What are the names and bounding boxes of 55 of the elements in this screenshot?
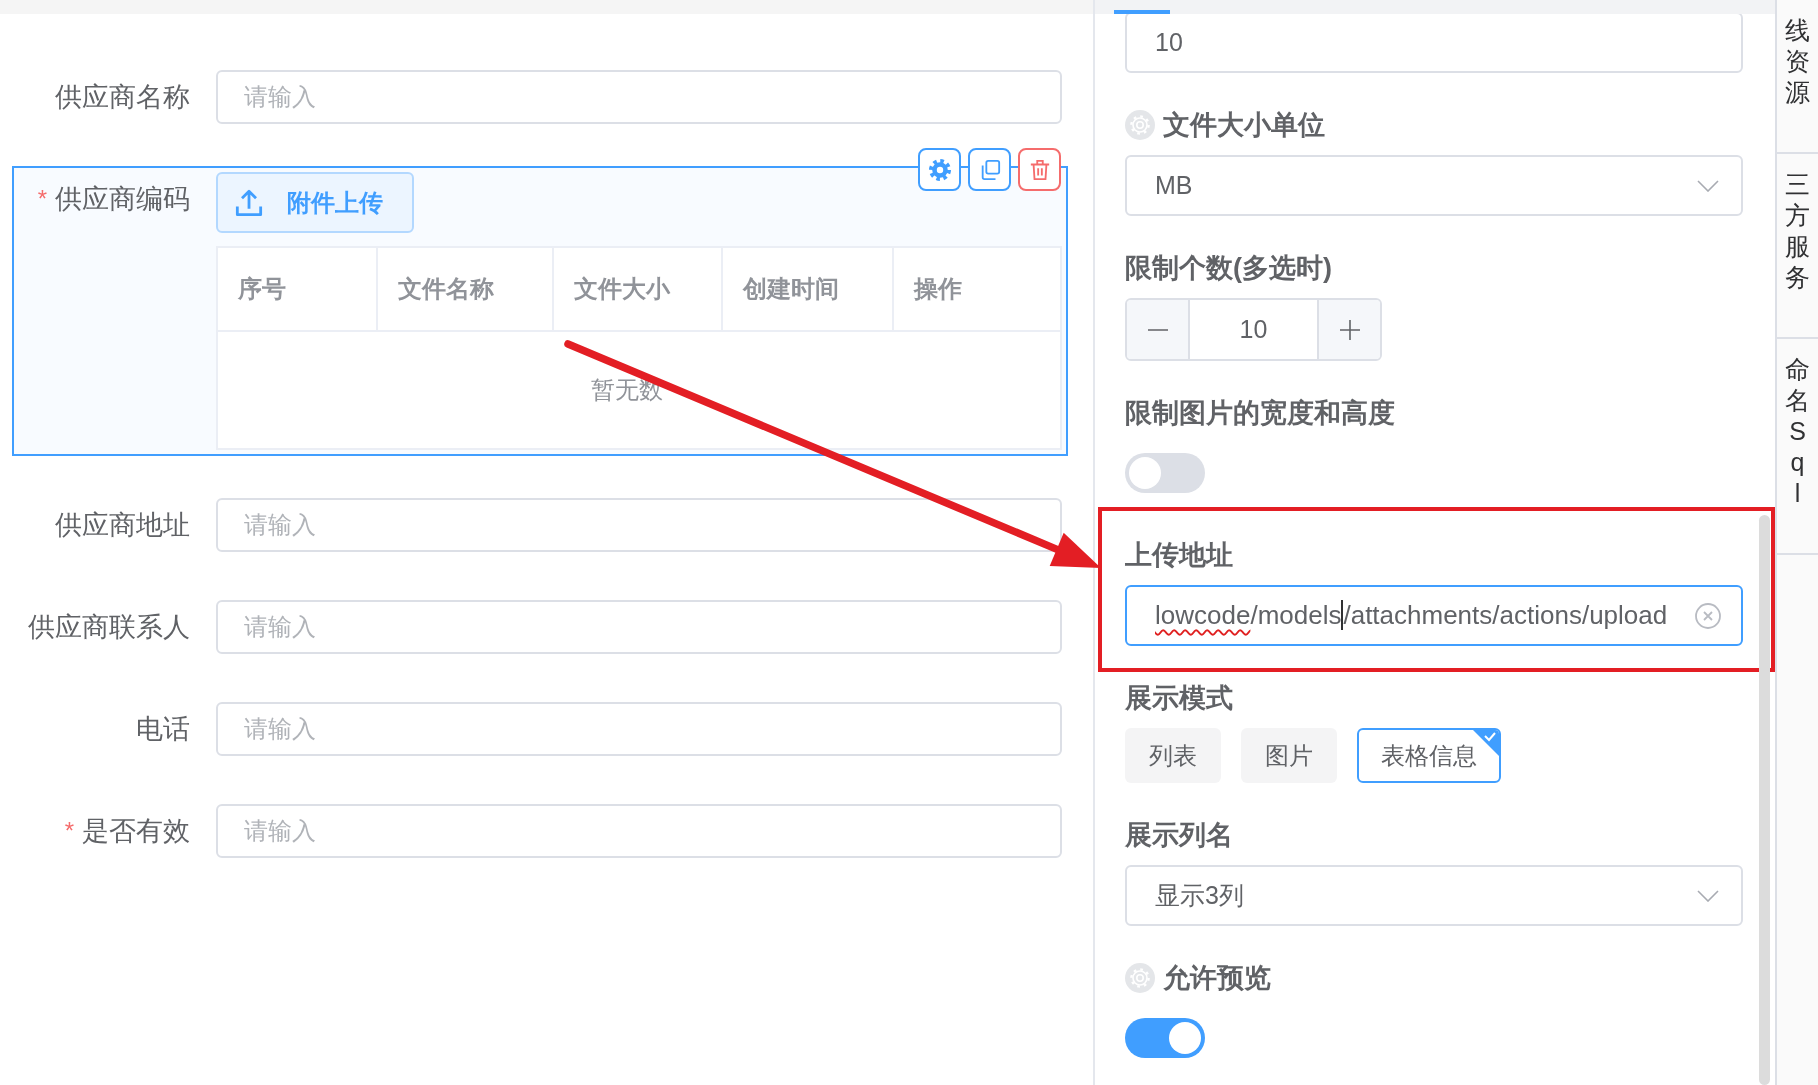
gear-icon [928, 158, 951, 181]
field-label: 供应商联系人 [28, 611, 190, 644]
plus-icon [1339, 319, 1360, 340]
field-label: 限制个数(多选时) [1125, 252, 1332, 285]
text-input[interactable]: 请输入 [216, 702, 1062, 756]
settings-button[interactable] [918, 148, 961, 191]
column-header: 文件大小 [554, 248, 723, 330]
minus-icon [1147, 328, 1168, 331]
increment-button[interactable] [1317, 300, 1380, 359]
text-input[interactable]: 请输入 [216, 600, 1062, 654]
scrollbar[interactable] [1759, 515, 1770, 1085]
side-tab[interactable]: 三方服务 [1777, 154, 1818, 339]
field-label: 供应商名称 [55, 81, 190, 114]
field-label: 展示模式 [1125, 682, 1233, 715]
text-input[interactable]: 请输入 [216, 70, 1062, 124]
side-tab[interactable]: 命名Sql [1777, 339, 1818, 555]
column-header: 序号 [218, 248, 378, 330]
text-input[interactable]: 请输入 [216, 804, 1062, 858]
toggle-switch[interactable] [1125, 1018, 1205, 1058]
upload-icon [235, 188, 263, 217]
radio-button[interactable]: 图片 [1241, 728, 1337, 783]
delete-button[interactable] [1018, 148, 1061, 191]
radio-button[interactable]: 表格信息 [1357, 728, 1501, 783]
radio-button[interactable]: 列表 [1125, 728, 1221, 783]
toggle-switch[interactable] [1125, 453, 1205, 493]
select-field[interactable]: MB [1125, 155, 1743, 216]
side-tab[interactable]: 线资源 [1777, 0, 1818, 154]
trash-icon [1028, 158, 1051, 181]
field-label: 上传地址 [1125, 539, 1233, 572]
field-label: 文件大小单位 [1163, 109, 1325, 142]
field-label: 允许预览 [1163, 962, 1271, 995]
active-tab-indicator [1114, 10, 1170, 14]
field-label: 供应商地址 [55, 509, 190, 542]
field-label: 展示列名 [1125, 819, 1233, 852]
chevron-down-icon [1697, 889, 1719, 902]
clear-icon[interactable] [1695, 602, 1721, 629]
field-label: 是否有效 [82, 815, 190, 848]
copy-button[interactable] [968, 148, 1011, 191]
field-label: 电话 [136, 713, 190, 746]
decrement-button[interactable] [1127, 300, 1190, 359]
field-label: 限制图片的宽度和高度 [1125, 397, 1395, 430]
text-input[interactable]: 请输入 [216, 498, 1062, 552]
required-mark: * [37, 185, 47, 213]
number-field[interactable]: 10 [1190, 300, 1317, 359]
column-header: 创建时间 [723, 248, 894, 330]
gear-icon[interactable] [1125, 963, 1155, 993]
required-mark: * [64, 817, 74, 845]
select-field[interactable]: 显示3列 [1125, 865, 1743, 926]
column-header: 操作 [912, 274, 963, 304]
field-label: 供应商编码 [55, 183, 190, 216]
chevron-down-icon [1697, 179, 1719, 192]
text-input[interactable]: lowcode/models/attachments/actions/upload [1125, 585, 1743, 646]
column-header: 文件名称 [378, 248, 554, 330]
text-input[interactable]: 10 [1125, 12, 1743, 73]
gear-icon[interactable] [1125, 110, 1155, 140]
